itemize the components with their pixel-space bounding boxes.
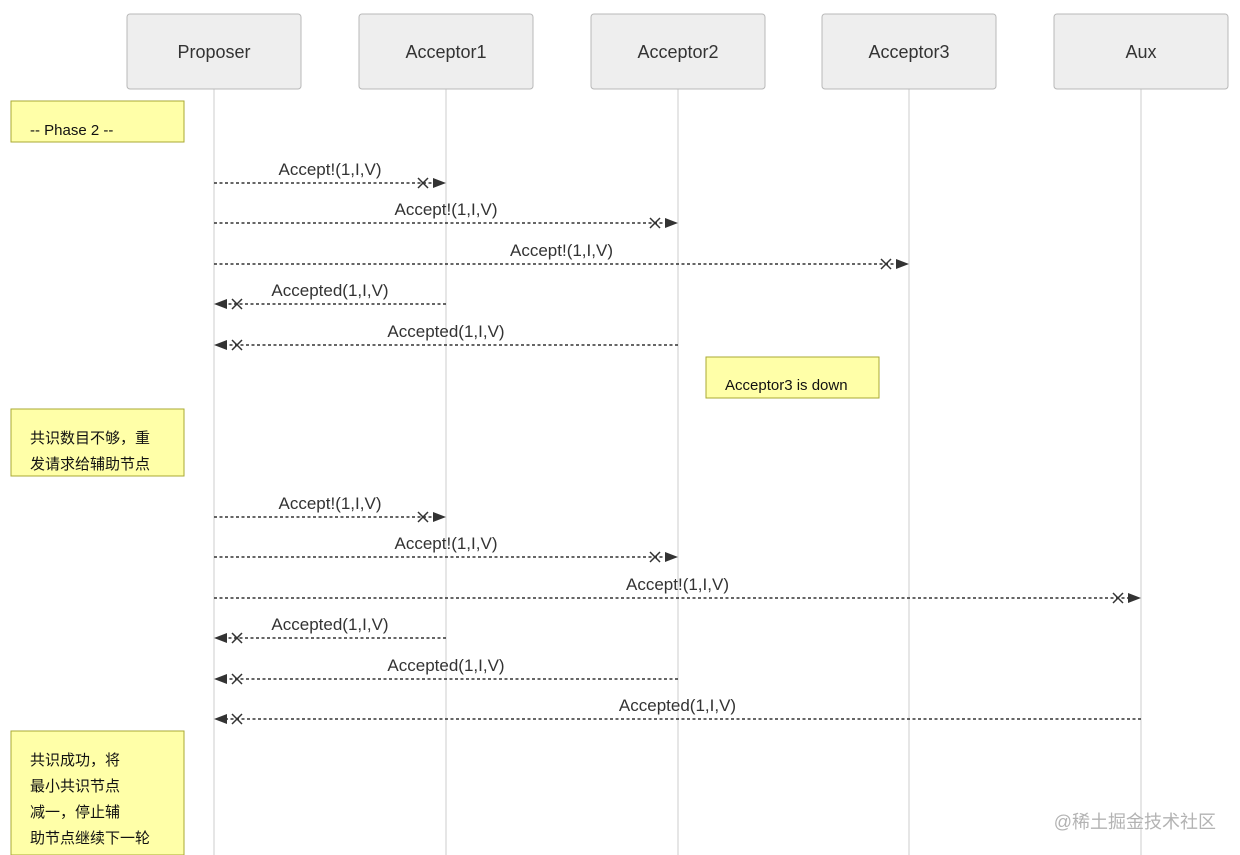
arrowhead-icon xyxy=(214,340,227,350)
message-arrow: Accepted(1,I,V) xyxy=(214,615,446,644)
actor-proposer: Proposer xyxy=(126,13,302,90)
message-label: Accepted(1,I,V) xyxy=(271,281,388,300)
actor-acceptor1: Acceptor1 xyxy=(358,13,534,90)
actor-label: Aux xyxy=(1125,42,1156,62)
message-label: Accept!(1,I,V) xyxy=(395,534,498,553)
note-line: 最小共识节点 xyxy=(30,778,120,795)
message-label: Accept!(1,I,V) xyxy=(510,241,613,260)
message-label: Accepted(1,I,V) xyxy=(271,615,388,634)
message-label: Accept!(1,I,V) xyxy=(626,575,729,594)
note-line: 共识数目不够，重 xyxy=(30,430,150,447)
actor-acceptor3: Acceptor3 xyxy=(821,13,997,90)
message-label: Accept!(1,I,V) xyxy=(279,160,382,179)
watermark: @稀土掘金技术社区 xyxy=(1054,812,1216,832)
note-line: Acceptor3 is down xyxy=(725,377,848,394)
actor-aux: Aux xyxy=(1053,13,1229,90)
arrowhead-icon xyxy=(665,552,678,562)
arrowhead-icon xyxy=(214,633,227,643)
sequence-diagram: Proposer Acceptor1 Acceptor2 Acceptor3 Aux -… xyxy=(10,13,1229,855)
note-line: -- Phase 2 -- xyxy=(30,122,113,139)
note-success: 共识成功，将最小共识节点减一，停止辅助节点继续下一轮 xyxy=(10,730,185,855)
actor-label: Acceptor1 xyxy=(405,42,486,62)
arrowhead-icon xyxy=(665,218,678,228)
arrowhead-icon xyxy=(214,714,227,724)
actor-label: Acceptor2 xyxy=(637,42,718,62)
note-acceptor3-down: Acceptor3 is down xyxy=(705,356,880,399)
actor-label: Acceptor3 xyxy=(868,42,949,62)
message-label: Accepted(1,I,V) xyxy=(619,696,736,715)
message-label: Accepted(1,I,V) xyxy=(387,656,504,675)
message-arrow: Accept!(1,I,V) xyxy=(214,494,446,523)
arrowhead-icon xyxy=(896,259,909,269)
note-phase2: -- Phase 2 -- xyxy=(10,100,185,143)
arrowhead-icon xyxy=(433,512,446,522)
message-arrow: Accepted(1,I,V) xyxy=(214,281,446,310)
message-label: Accept!(1,I,V) xyxy=(279,494,382,513)
message-label: Accepted(1,I,V) xyxy=(387,322,504,341)
arrowhead-icon xyxy=(214,674,227,684)
message-arrow: Accept!(1,I,V) xyxy=(214,241,909,270)
message-arrow: Accept!(1,I,V) xyxy=(214,160,446,189)
arrowhead-icon xyxy=(433,178,446,188)
note-line: 发请求给辅助节点 xyxy=(30,456,150,473)
arrowhead-icon xyxy=(1128,593,1141,603)
actor-acceptor2: Acceptor2 xyxy=(590,13,766,90)
note-line: 共识成功，将 xyxy=(30,752,120,769)
arrowhead-icon xyxy=(214,299,227,309)
note-line: 减一，停止辅 xyxy=(30,804,120,821)
actor-label: Proposer xyxy=(177,42,250,62)
note-retry-aux: 共识数目不够，重发请求给辅助节点 xyxy=(10,408,185,477)
note-line: 助节点继续下一轮 xyxy=(30,830,150,847)
message-label: Accept!(1,I,V) xyxy=(395,200,498,219)
